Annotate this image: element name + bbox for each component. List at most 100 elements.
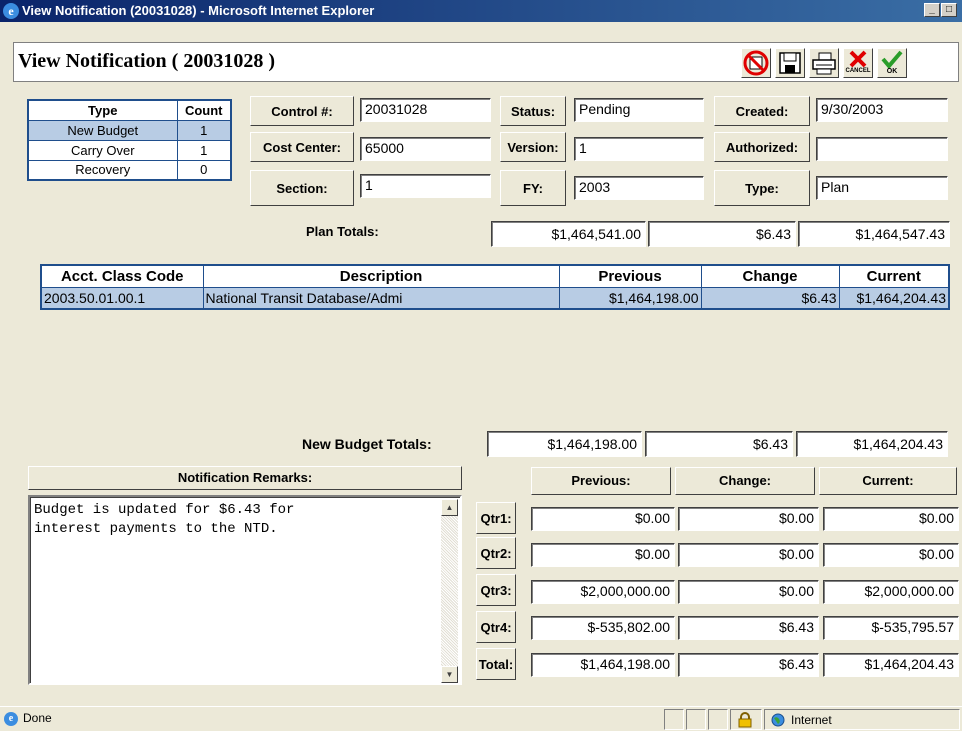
lock-pane — [730, 709, 762, 730]
minimize-button[interactable]: _ — [924, 3, 940, 17]
print-button[interactable] — [809, 48, 839, 78]
maximize-button[interactable]: □ — [941, 3, 957, 17]
version-field[interactable]: 1 — [574, 137, 704, 161]
no-print-icon — [743, 50, 769, 76]
table-row[interactable]: New Budget 1 — [27, 119, 232, 141]
page-title: View Notification ( 20031028 ) — [18, 50, 275, 72]
acct-code-cell: 2003.50.01.00.1 — [40, 286, 204, 310]
count-header: Count — [176, 99, 232, 121]
type-header: Type — [27, 99, 178, 121]
previous-cell: $1,464,198.00 — [558, 286, 702, 310]
ok-label: OK — [886, 68, 898, 75]
qtr4-change[interactable]: $6.43 — [678, 616, 819, 640]
status-pane — [664, 709, 684, 730]
remarks-text: Budget is updated for $6.43 for interest… — [34, 502, 295, 537]
cost-center-field[interactable]: 65000 — [360, 137, 491, 161]
new-budget-totals-change[interactable]: $6.43 — [645, 431, 793, 457]
remarks-textarea[interactable]: Budget is updated for $6.43 for interest… — [28, 495, 462, 685]
scroll-down-icon[interactable]: ▼ — [441, 666, 458, 683]
table-row[interactable]: Carry Over 1 — [27, 139, 232, 161]
save-button[interactable] — [775, 48, 805, 78]
fy-field[interactable]: 2003 — [574, 176, 704, 200]
type-count-table: Type Count New Budget 1 Carry Over 1 Rec… — [27, 99, 232, 181]
created-field[interactable]: 9/30/2003 — [816, 98, 948, 122]
qtr1-previous[interactable]: $0.00 — [531, 507, 675, 531]
total-change[interactable]: $6.43 — [678, 653, 819, 677]
qtr3-current[interactable]: $2,000,000.00 — [823, 580, 959, 604]
description-cell: National Transit Database/Admi — [202, 286, 560, 310]
window-titlebar: e View Notification (20031028) - Microso… — [0, 0, 962, 22]
qtr4-current[interactable]: $-535,795.57 — [823, 616, 959, 640]
plan-totals-change[interactable]: $6.43 — [648, 221, 796, 247]
description-header: Description — [202, 264, 560, 288]
type-cell: New Budget — [27, 119, 178, 141]
zone-pane: Internet — [764, 709, 960, 730]
table-row[interactable]: 2003.50.01.00.1 National Transit Databas… — [40, 286, 950, 310]
authorized-field[interactable] — [816, 137, 948, 161]
previous-header: Previous — [558, 264, 702, 288]
authorized-label: Authorized: — [714, 132, 810, 162]
current-cell: $1,464,204.43 — [838, 286, 950, 310]
count-cell: 1 — [176, 119, 232, 141]
section-label: Section: — [250, 170, 354, 206]
type-field[interactable]: Plan — [816, 176, 948, 200]
new-budget-totals-previous[interactable]: $1,464,198.00 — [487, 431, 642, 457]
total-previous[interactable]: $1,464,198.00 — [531, 653, 675, 677]
save-icon — [779, 52, 801, 74]
fy-label: FY: — [500, 170, 566, 206]
globe-icon — [771, 713, 785, 727]
status-label: Status: — [500, 96, 566, 126]
ok-button[interactable]: OK — [877, 48, 907, 78]
table-row[interactable]: Recovery 0 — [27, 159, 232, 181]
created-label: Created: — [714, 96, 810, 126]
ie-page-icon: e — [4, 712, 18, 726]
zone-text: Internet — [791, 713, 832, 727]
qtr4-previous[interactable]: $-535,802.00 — [531, 616, 675, 640]
qtr2-label: Qtr2: — [476, 537, 516, 569]
type-cell: Recovery — [27, 159, 178, 181]
plan-totals-previous[interactable]: $1,464,541.00 — [491, 221, 646, 247]
qtr3-previous[interactable]: $2,000,000.00 — [531, 580, 675, 604]
new-budget-totals-current[interactable]: $1,464,204.43 — [796, 431, 948, 457]
scroll-up-icon[interactable]: ▲ — [441, 499, 458, 516]
status-bar: e Done Internet — [0, 706, 962, 731]
qtr1-current[interactable]: $0.00 — [823, 507, 959, 531]
status-pane — [708, 709, 728, 730]
cancel-button[interactable]: CANCEL — [843, 48, 873, 78]
lock-icon — [738, 712, 752, 728]
plan-totals-current[interactable]: $1,464,547.43 — [798, 221, 950, 247]
account-class-table: Acct. Class Code Description Previous Ch… — [40, 264, 950, 310]
plan-totals-label: Plan Totals: — [306, 224, 379, 239]
qtr2-change[interactable]: $0.00 — [678, 543, 819, 567]
ie-icon: e — [3, 3, 19, 19]
control-field[interactable]: 20031028 — [360, 98, 491, 122]
qtr2-previous[interactable]: $0.00 — [531, 543, 675, 567]
print-icon — [812, 52, 836, 75]
version-label: Version: — [500, 132, 566, 162]
status-text: Done — [23, 711, 52, 725]
no-print-button[interactable] — [741, 48, 771, 78]
control-label: Control #: — [250, 96, 354, 126]
change-cell: $6.43 — [700, 286, 840, 310]
total-label: Total: — [476, 648, 516, 680]
remarks-scrollbar[interactable]: ▲ ▼ — [441, 499, 458, 683]
qtr2-current[interactable]: $0.00 — [823, 543, 959, 567]
qtr4-label: Qtr4: — [476, 611, 516, 643]
type-label: Type: — [714, 170, 810, 206]
status-pane — [686, 709, 706, 730]
current-header: Current — [838, 264, 950, 288]
qtr1-label: Qtr1: — [476, 502, 516, 534]
qtr-previous-header: Previous: — [531, 467, 671, 495]
window-title: View Notification (20031028) - Microsoft… — [22, 3, 375, 18]
section-field[interactable]: 1 — [360, 174, 491, 198]
cancel-label: CANCEL — [845, 68, 871, 74]
status-field[interactable]: Pending — [574, 98, 704, 122]
qtr1-change[interactable]: $0.00 — [678, 507, 819, 531]
count-cell: 1 — [176, 139, 232, 161]
qtr3-label: Qtr3: — [476, 574, 516, 606]
total-current[interactable]: $1,464,204.43 — [823, 653, 959, 677]
qtr-change-header: Change: — [675, 467, 815, 495]
remarks-header: Notification Remarks: — [28, 466, 462, 490]
qtr3-change[interactable]: $0.00 — [678, 580, 819, 604]
new-budget-totals-label: New Budget Totals: — [302, 436, 432, 452]
